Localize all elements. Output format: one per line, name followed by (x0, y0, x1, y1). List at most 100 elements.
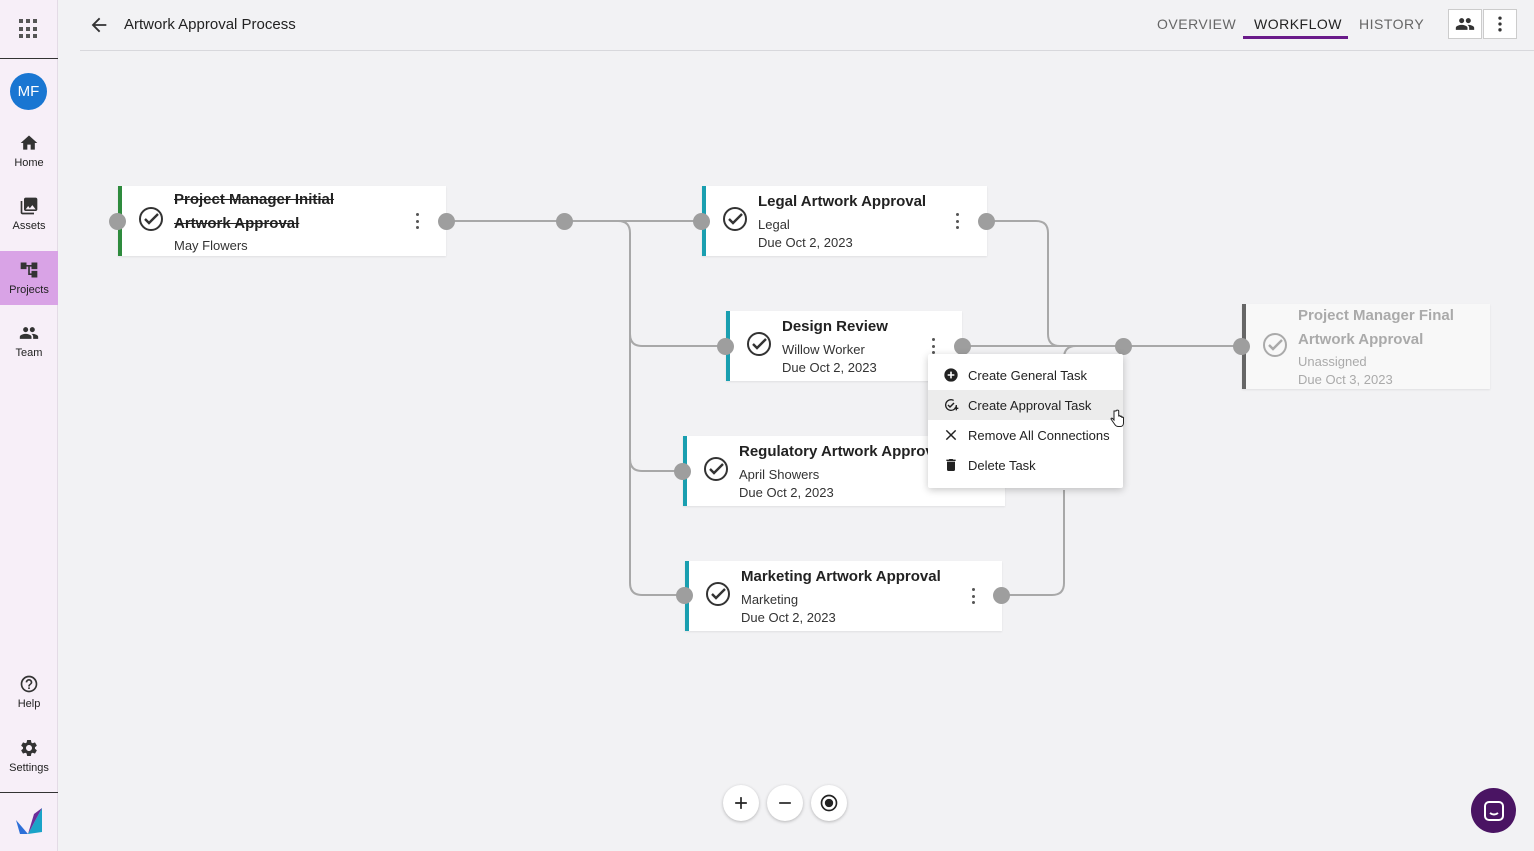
close-icon (945, 429, 957, 441)
task-menu-button[interactable] (925, 336, 941, 356)
sidebar-item-label: Projects (9, 284, 49, 296)
task-due-date: Due Oct 2, 2023 (782, 360, 877, 375)
task-title: Marketing Artwork Approval (741, 568, 941, 585)
approval-check-icon (747, 332, 771, 356)
connection-port[interactable] (109, 213, 126, 230)
task-card-legal[interactable]: Legal Artwork Approval Legal Due Oct 2, … (702, 186, 987, 256)
zoom-out-button[interactable] (767, 785, 803, 821)
sidebar-divider (0, 792, 58, 793)
sidebar-item-home[interactable]: Home (0, 124, 58, 178)
task-title: Legal Artwork Approval (758, 193, 927, 210)
back-arrow-icon[interactable] (88, 14, 110, 36)
minus-icon (779, 802, 791, 804)
task-title: Design Review (782, 318, 888, 335)
task-title: Project Manager Initial (174, 191, 335, 208)
team-members-button[interactable] (1448, 9, 1482, 39)
home-icon (20, 135, 38, 150)
tab-history[interactable]: HISTORY (1359, 16, 1424, 32)
create-general-task-item[interactable]: Create General Task (928, 360, 1123, 390)
connection-port[interactable] (438, 213, 455, 230)
task-assignee: Legal (758, 217, 790, 232)
task-assignee: Marketing (741, 592, 799, 607)
sidebar-divider (0, 58, 58, 59)
connection-port[interactable] (674, 463, 691, 480)
tab-workflow[interactable]: WORKFLOW (1254, 16, 1342, 32)
connection-port[interactable] (693, 213, 710, 230)
plus-icon (735, 797, 747, 809)
sidebar-item-label: Settings (9, 762, 49, 774)
task-context-menu: Create General Task Create Approval Task… (928, 354, 1123, 488)
task-menu-button[interactable] (965, 586, 981, 606)
sidebar-item-settings[interactable]: Settings (0, 729, 58, 783)
workflow-canvas[interactable]: Project Manager Initial Artwork Approval… (58, 52, 1534, 851)
connection-port[interactable] (993, 587, 1010, 604)
sidebar: MF Home Assets Projects Team Help Settin… (0, 0, 58, 851)
connection-junction[interactable] (1115, 338, 1132, 355)
connection-port[interactable] (1233, 338, 1250, 355)
connection-port[interactable] (978, 213, 995, 230)
approval-check-icon (706, 582, 730, 606)
task-title: Artwork Approval (1298, 331, 1424, 348)
task-title: Artwork Approval (174, 215, 300, 232)
task-due-date: Due Oct 2, 2023 (741, 610, 836, 625)
brand-logo-icon (16, 808, 42, 834)
header: Artwork Approval Process OVERVIEW WORKFL… (80, 0, 1534, 51)
support-chat-button[interactable] (1471, 788, 1516, 833)
gear-icon (21, 740, 37, 756)
center-view-button[interactable] (811, 785, 847, 821)
menu-item-label: Delete Task (968, 457, 1036, 473)
menu-item-label: Create General Task (968, 367, 1087, 383)
create-approval-task-item[interactable]: Create Approval Task (928, 390, 1123, 420)
task-menu-button[interactable] (949, 211, 965, 231)
sidebar-item-label: Assets (12, 220, 46, 232)
task-title: Regulatory Artwork Approv (739, 443, 934, 460)
help-icon (20, 675, 38, 693)
task-card-pm-initial[interactable]: Project Manager Initial Artwork Approval… (118, 186, 446, 256)
task-assignee: May Flowers (174, 238, 248, 253)
target-icon (820, 794, 838, 812)
avatar[interactable]: MF (10, 73, 47, 110)
task-due-date: Due Oct 2, 2023 (739, 485, 834, 500)
sidebar-item-help[interactable]: Help (0, 665, 58, 719)
connection-junction[interactable] (556, 213, 573, 230)
page-title: Artwork Approval Process (124, 16, 296, 33)
projects-icon (20, 262, 38, 278)
sidebar-item-label: Help (17, 698, 41, 710)
sidebar-item-team[interactable]: Team (0, 314, 58, 368)
sidebar-item-projects[interactable]: Projects (0, 251, 58, 305)
task-title: Project Manager Final (1298, 307, 1454, 324)
task-card-design-review[interactable]: Design Review Willow Worker Due Oct 2, 2… (726, 311, 962, 381)
connection-port[interactable] (954, 338, 971, 355)
app-grid-icon[interactable] (19, 19, 39, 39)
sidebar-item-assets[interactable]: Assets (0, 187, 58, 241)
sidebar-item-label: Home (14, 157, 44, 169)
menu-item-label: Create Approval Task (968, 397, 1092, 413)
connection-port[interactable] (676, 587, 693, 604)
approval-check-icon (1263, 333, 1287, 357)
gallery-icon (20, 197, 38, 215)
hand-cursor-icon (1110, 409, 1124, 427)
task-due-date: Due Oct 2, 2023 (758, 235, 853, 250)
more-vertical-icon (1498, 16, 1502, 32)
zoom-in-button[interactable] (723, 785, 759, 821)
remove-all-connections-item[interactable]: Remove All Connections (928, 420, 1123, 450)
plus-circle-icon (944, 368, 958, 382)
chat-icon (1483, 800, 1504, 821)
active-tab-indicator (1243, 36, 1348, 39)
people-icon (1455, 18, 1475, 30)
delete-task-item[interactable]: Delete Task (928, 450, 1123, 480)
task-assignee: Unassigned (1298, 354, 1367, 369)
task-card-marketing[interactable]: Marketing Artwork Approval Marketing Due… (685, 561, 1002, 631)
approval-check-icon (139, 207, 163, 231)
more-options-button[interactable] (1483, 9, 1517, 39)
task-card-pm-final[interactable]: Project Manager Final Artwork Approval U… (1242, 304, 1490, 389)
task-due-date: Due Oct 3, 2023 (1298, 372, 1393, 387)
tab-overview[interactable]: OVERVIEW (1157, 16, 1236, 32)
task-assignee: April Showers (739, 467, 820, 482)
trash-icon (946, 459, 956, 471)
connection-port[interactable] (717, 338, 734, 355)
team-icon (19, 327, 39, 339)
sidebar-item-label: Team (15, 347, 43, 359)
task-menu-button[interactable] (409, 211, 425, 231)
menu-item-label: Remove All Connections (968, 427, 1110, 443)
